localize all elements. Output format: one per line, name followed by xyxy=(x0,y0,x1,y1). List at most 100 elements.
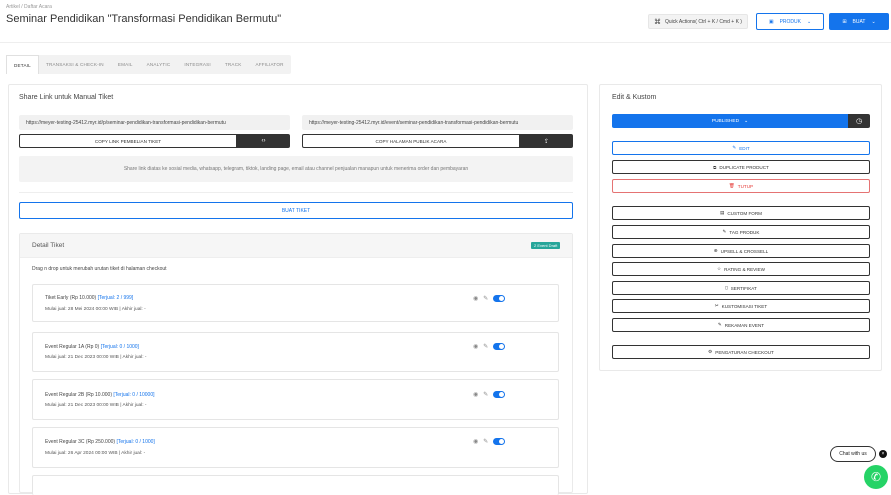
gear-icon: ⚙ xyxy=(708,349,713,354)
ticket-actions: ◉ ✎ xyxy=(473,391,506,398)
upsell-button[interactable]: ⊕ UPSELL & CROSSELL xyxy=(612,244,870,258)
copy-icon: ⧉ xyxy=(713,164,717,170)
ticket-toggle[interactable] xyxy=(493,391,506,398)
edit-icon: ✎ xyxy=(717,322,722,327)
tutup-button[interactable]: 🗑 TUTUP xyxy=(612,179,870,193)
ticket-name: Event Regular 1A (Rp 0) [Terjual: 0 / 10… xyxy=(45,344,139,350)
detail-tiket-title: Detail Tiket xyxy=(32,242,65,249)
ticket-date: Mulai jual: 21 Dec 2023 00:00 WIB | Akhi… xyxy=(45,403,147,408)
scissors-icon: ✂ xyxy=(714,303,719,308)
tab-email[interactable]: EMAIL xyxy=(111,55,140,74)
chat-button[interactable]: Chat with us xyxy=(830,446,876,462)
kustomisasi-tiket-button[interactable]: ✂ KUSTOMISASI TIKET xyxy=(612,299,870,313)
product-button-label: PRODUK xyxy=(779,18,801,25)
star-icon: ☆ xyxy=(717,266,722,271)
ticket-toggle[interactable] xyxy=(493,343,506,350)
ticket-card[interactable] xyxy=(32,332,559,372)
share-icon: ⇪ xyxy=(543,138,550,145)
publish-status-label: PUBLISHED xyxy=(711,118,740,124)
edit-title: Edit & Kustom xyxy=(612,94,657,101)
tab-analytic[interactable]: ANALYTIC xyxy=(140,55,178,74)
clock-button[interactable]: ◷ xyxy=(848,114,870,128)
rating-label: RATING & REVIEW xyxy=(724,266,765,272)
buat-dropdown-button[interactable]: ⊞ BUAT ⌄ xyxy=(829,13,889,30)
copy-checkout-link-button[interactable]: COPY LINK PEMBELIAN TIKET xyxy=(19,134,237,148)
sertifikat-label: SERTIFIKAT xyxy=(730,285,757,291)
edit-icon[interactable]: ✎ xyxy=(483,296,488,302)
ticket-card[interactable] xyxy=(32,427,559,468)
form-icon: ▤ xyxy=(720,210,725,215)
tab-affiliator[interactable]: AFFILIATOR xyxy=(248,55,290,74)
tab-track[interactable]: TRACK xyxy=(218,55,249,74)
tab-integrasi[interactable]: INTEGRASI xyxy=(177,55,218,74)
share-button[interactable]: ⇪ xyxy=(520,134,573,148)
code-icon: ‹› xyxy=(261,138,266,144)
chevron-down-icon: ⌄ xyxy=(871,18,876,25)
box-icon: ▣ xyxy=(768,18,774,25)
tab-detail[interactable]: DETAIL xyxy=(6,55,39,74)
rekaman-label: REKAMAN EVENT xyxy=(724,322,765,328)
checkout-url-field[interactable]: https://meyer-testing-25412.myr.id/p/sem… xyxy=(19,115,290,130)
pengaturan-checkout-button[interactable]: ⚙ PENGATURAN CHECKOUT xyxy=(612,345,870,359)
custom-form-label: CUSTOM FORM xyxy=(727,210,762,216)
ticket-name: Tiket Early (Rp 10.000) [Terjual: 2 / 99… xyxy=(45,295,134,301)
sertifikat-button[interactable]: ▯ SERTIFIKAT xyxy=(612,281,870,295)
chevron-down-icon: ⌄ xyxy=(806,18,812,25)
status-badge: 2 Event Draft xyxy=(531,242,561,249)
page-title: Seminar Pendidikan "Transformasi Pendidi… xyxy=(6,13,282,25)
eye-icon[interactable]: ◉ xyxy=(473,296,478,302)
edit-button-label: EDIT xyxy=(739,145,750,151)
breadcrumb: Artikel / Daftar Acara xyxy=(6,4,52,10)
event-url-field[interactable]: https://meyer-testing-25412.myr.id/event… xyxy=(302,115,573,130)
copy-event-page-button[interactable]: COPY HALAMAN PUBLIK ACARA xyxy=(302,134,520,148)
ticket-card[interactable] xyxy=(32,379,559,420)
ticket-card[interactable] xyxy=(32,284,559,322)
quick-actions-button[interactable]: ⌘ Quick Actions( Ctrl + K / Cmd + K ) xyxy=(648,14,748,29)
ticket-card[interactable] xyxy=(32,475,559,495)
share-title: Share Link untuk Manual Tiket xyxy=(19,94,114,101)
eye-icon[interactable]: ◉ xyxy=(473,344,478,350)
embed-code-button[interactable]: ‹› xyxy=(237,134,290,148)
product-dropdown-button[interactable]: ▣ PRODUK ⌄ xyxy=(756,13,824,30)
eye-icon[interactable]: ◉ xyxy=(473,392,478,398)
upsell-label: UPSELL & CROSSELL xyxy=(720,248,769,254)
trash-icon: 🗑 xyxy=(728,183,735,188)
ticket-actions: ◉ ✎ xyxy=(473,343,506,350)
ticket-name: Event Regular 2B (Rp 10.000) [Terjual: 0… xyxy=(45,392,155,398)
eye-icon[interactable]: ◉ xyxy=(473,439,478,445)
ticket-actions: ◉ ✎ xyxy=(473,295,506,302)
edit-button[interactable]: ✎ EDIT xyxy=(612,141,870,155)
tag-icon: ✎ xyxy=(722,229,727,234)
duplicate-product-button[interactable]: ⧉ DUPLICATE PRODUCT xyxy=(612,160,870,174)
divider xyxy=(19,192,573,193)
chevron-down-icon: ⌄ xyxy=(744,118,749,124)
duplicate-label: DUPLICATE PRODUCT xyxy=(719,164,769,170)
clock-icon: ◷ xyxy=(855,118,863,125)
ticket-date: Mulai jual: 26 Apr 2024 00:00 WIB | Akhi… xyxy=(45,451,146,456)
ticket-date: Mulai jual: 21 Dec 2023 00:00 WIB | Akhi… xyxy=(45,355,147,360)
tag-label: TAG PRODUK xyxy=(729,229,760,235)
buat-tiket-button[interactable]: BUAT TIKET xyxy=(19,202,573,219)
rating-review-button[interactable]: ☆ RATING & REVIEW xyxy=(612,262,870,276)
drag-hint: Drag n drop untuk merubah urutan tiket d… xyxy=(32,266,167,272)
share-info-text: Share link diatas ke sosial media, whats… xyxy=(19,156,573,182)
edit-icon[interactable]: ✎ xyxy=(483,392,488,398)
whatsapp-icon[interactable]: ✆ xyxy=(864,465,888,489)
rekaman-event-button[interactable]: ✎ REKAMAN EVENT xyxy=(612,318,870,332)
close-icon[interactable]: × xyxy=(879,450,887,458)
ticket-actions: ◉ ✎ xyxy=(473,438,506,445)
header-divider xyxy=(0,42,891,43)
kustomisasi-label: KUSTOMISASI TIKET xyxy=(721,303,768,309)
tab-bar: DETAIL TRANSAKSI & CHECK-IN EMAIL ANALYT… xyxy=(6,55,291,74)
edit-icon[interactable]: ✎ xyxy=(483,344,488,350)
publish-status-dropdown[interactable]: PUBLISHED ⌄ xyxy=(612,114,848,128)
edit-icon[interactable]: ✎ xyxy=(483,439,488,445)
plus-circle-icon: ⊕ xyxy=(713,248,718,253)
checkout-label: PENGATURAN CHECKOUT xyxy=(715,349,774,355)
ticket-toggle[interactable] xyxy=(493,438,506,445)
ticket-toggle[interactable] xyxy=(493,295,506,302)
custom-form-button[interactable]: ▤ CUSTOM FORM xyxy=(612,206,870,220)
tag-produk-button[interactable]: ✎ TAG PRODUK xyxy=(612,225,870,239)
tab-transaksi[interactable]: TRANSAKSI & CHECK-IN xyxy=(39,55,111,74)
edit-icon: ✎ xyxy=(732,145,737,150)
